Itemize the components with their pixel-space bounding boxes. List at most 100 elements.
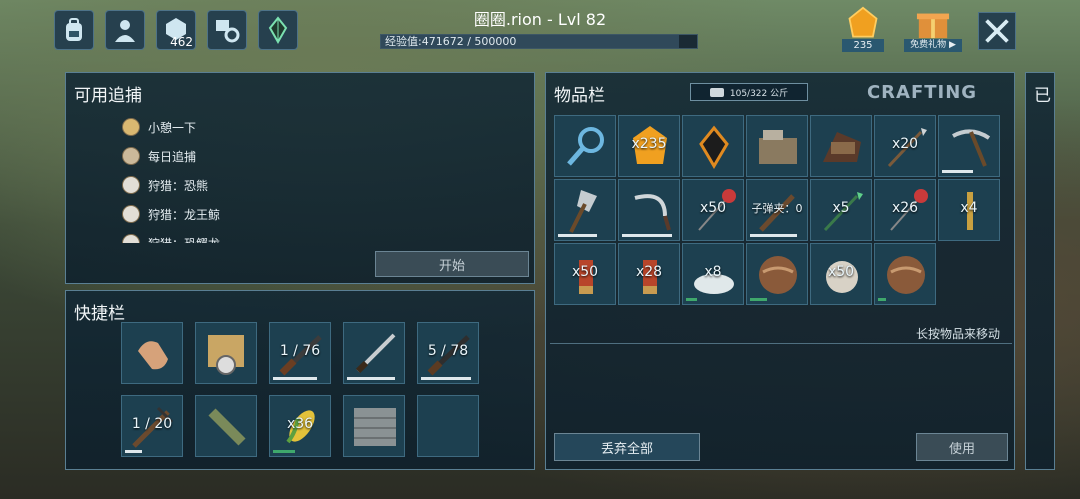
- inventory-slot[interactable]: x8: [682, 243, 744, 305]
- inventory-slot[interactable]: [554, 115, 616, 177]
- inventory-qty: x8: [704, 264, 722, 280]
- durability-bar: [558, 234, 597, 237]
- skull-icon: [122, 205, 140, 223]
- inventory-slot[interactable]: [746, 243, 808, 305]
- inventory-qty: x235: [631, 136, 667, 152]
- hotbar-panel: 快捷栏 1 / 76 5 / 78 1 / 20 x36: [65, 290, 535, 470]
- free-gift-label: 免费礼物 ▶: [904, 39, 962, 52]
- inventory-slot[interactable]: x5: [810, 179, 872, 241]
- search-icon: [567, 127, 604, 166]
- inventory-slot[interactable]: [938, 115, 1000, 177]
- hunt-label: 每日追捕: [148, 149, 197, 164]
- inventory-slot[interactable]: [618, 179, 680, 241]
- hotbar-slot-empty[interactable]: [417, 395, 479, 457]
- hotbar-slot[interactable]: x36: [269, 395, 331, 457]
- sword-icon: [355, 333, 396, 374]
- hunt-label: 狩猎：恐熊: [148, 178, 209, 193]
- hunts-title: 可用追捕: [74, 86, 142, 106]
- hand-icon: [138, 341, 168, 370]
- use-button[interactable]: 使用: [916, 433, 1008, 461]
- inventory-slot[interactable]: [874, 243, 936, 305]
- pickaxe-icon: [952, 129, 991, 167]
- compass-star-icon: [122, 118, 140, 136]
- hotbar-qty: 1 / 20: [131, 416, 173, 432]
- hunt-item[interactable]: 小憩一下: [122, 117, 196, 137]
- wall-icon: [354, 408, 396, 446]
- map-compass-icon: [208, 335, 244, 375]
- inventory-qty: x26: [891, 200, 919, 216]
- inventory-qty: x4: [960, 200, 978, 216]
- drop-all-button[interactable]: 丢弃全部: [554, 433, 700, 461]
- durability-bar: [750, 234, 797, 237]
- durability-bar: [273, 377, 317, 380]
- inventory-qty: x20: [891, 136, 919, 152]
- hotbar-slot[interactable]: 1 / 20: [121, 395, 183, 457]
- bed-icon: [823, 132, 861, 162]
- inventory-slot[interactable]: [554, 179, 616, 241]
- inventory-qty: x50: [827, 264, 855, 280]
- hotbar-title: 快捷栏: [74, 304, 125, 324]
- hunt-item[interactable]: 狩猎：恐鳄龙: [122, 233, 220, 243]
- move-hint: 长按物品来移动: [915, 327, 1000, 341]
- hunt-label: 狩猎：龙王鲸: [148, 207, 221, 222]
- inventory-slot[interactable]: [810, 115, 872, 177]
- spyglass-icon: [208, 408, 246, 446]
- hunts-panel: 可用追捕 小憩一下 每日追捕 狩猎：恐熊 狩猎：龙王鲸 狩猎：恐鳄龙 开始: [65, 72, 535, 284]
- hotbar-slot[interactable]: [195, 322, 257, 384]
- free-gift-button[interactable]: 免费礼物 ▶: [904, 6, 962, 52]
- inventory-slot[interactable]: x20: [874, 115, 936, 177]
- xp-bar: 经验值:471672 / 500000: [380, 34, 698, 49]
- hotbar-slot[interactable]: 1 / 76: [269, 322, 331, 384]
- inventory-slot[interactable]: x50: [554, 243, 616, 305]
- hunt-label: 小憩一下: [148, 120, 197, 135]
- durability-bar: [125, 450, 142, 453]
- inventory-slot[interactable]: x235: [618, 115, 680, 177]
- inventory-slot[interactable]: x50: [682, 179, 744, 241]
- skull-icon: [122, 176, 140, 194]
- gems-button[interactable]: 235: [842, 6, 884, 52]
- hotbar-slot[interactable]: [343, 322, 405, 384]
- fossil-icon: [759, 256, 797, 294]
- inventory-qty: x5: [832, 200, 850, 216]
- inventory-title: 物品栏: [554, 86, 605, 106]
- crafting-tab[interactable]: CRAFTING: [832, 78, 1012, 108]
- close-button[interactable]: [978, 12, 1016, 50]
- side-panel-partial: 已: [1025, 72, 1055, 470]
- hotbar-slot[interactable]: 5 / 78: [417, 322, 479, 384]
- hunt-item[interactable]: 每日追捕: [122, 146, 196, 166]
- spoil-bar: [878, 298, 886, 301]
- divider: [550, 343, 1012, 344]
- inventory-qty: x50: [699, 200, 727, 216]
- hotbar-slot[interactable]: [195, 395, 257, 457]
- hotbar-qty: 1 / 76: [279, 343, 321, 359]
- hunt-label: 狩猎：恐鳄龙: [148, 235, 220, 244]
- inventory-slot[interactable]: 子弹夹：0: [746, 179, 808, 241]
- skull-icon: [122, 234, 140, 243]
- medallion-icon: [122, 147, 140, 165]
- inventory-slot[interactable]: x4: [938, 179, 1000, 241]
- weight-icon: [709, 87, 724, 97]
- hunt-item[interactable]: 狩猎：恐熊: [122, 175, 208, 195]
- inventory-slot[interactable]: x26: [874, 179, 936, 241]
- inventory-slot[interactable]: x28: [618, 243, 680, 305]
- gems-count: 235: [842, 39, 884, 52]
- gift-icon: [916, 13, 950, 39]
- inventory-slot[interactable]: [682, 115, 744, 177]
- hatchet-icon: [569, 190, 597, 233]
- weight-text: 105/322 公斤: [729, 88, 789, 99]
- spoil-bar: [686, 298, 697, 301]
- inventory-slot[interactable]: x50: [810, 243, 872, 305]
- side-panel-label: 已: [1034, 86, 1051, 106]
- engram-points: 462: [170, 35, 193, 49]
- hunt-item[interactable]: 狩猎：龙王鲸: [122, 204, 220, 224]
- hotbar-slot[interactable]: [343, 395, 405, 457]
- amber-gem-icon: [848, 6, 878, 38]
- fossil-icon: [887, 256, 925, 294]
- start-hunt-button[interactable]: 开始: [375, 251, 529, 277]
- hotbar-slot[interactable]: [121, 322, 183, 384]
- weight-indicator: 105/322 公斤: [690, 83, 808, 101]
- inventory-qty: 子弹夹：0: [751, 202, 803, 215]
- inventory-slot[interactable]: [746, 115, 808, 177]
- spoil-bar: [750, 298, 767, 301]
- hunts-list: 小憩一下 每日追捕 狩猎：恐熊 狩猎：龙王鲸 狩猎：恐鳄龙: [66, 113, 366, 243]
